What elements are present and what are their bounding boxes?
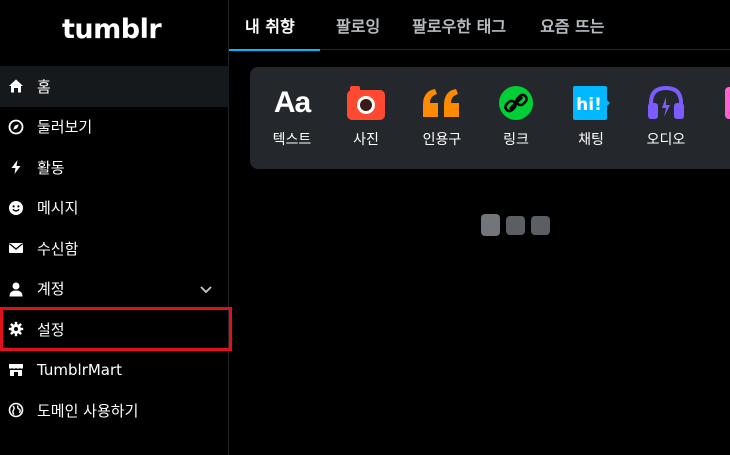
compass-icon [8, 119, 24, 135]
sidebar-nav: 홈 둘러보기 활동 메시지 수신함 계정 설정 TumblrMart 도메인 사… [0, 66, 229, 431]
post-type-audio[interactable]: 오디오 [631, 83, 701, 149]
sidebar-item-label: 메시지 [37, 199, 79, 218]
store-icon [8, 362, 24, 378]
sidebar-item-domains[interactable]: 도메인 사용하기 [0, 390, 229, 431]
sidebar-item-messages[interactable]: 메시지 [0, 188, 229, 229]
loading-dot [506, 216, 525, 235]
chevron-down-icon[interactable] [199, 282, 213, 296]
camera-icon [331, 83, 401, 123]
post-type-label: 오디오 [646, 132, 686, 148]
smiley-icon [8, 200, 24, 216]
chat-icon: hi! [556, 83, 626, 123]
sidebar: tumblr 홈 둘러보기 활동 메시지 수신함 계정 설정 TumblrMar… [0, 0, 232, 455]
post-type-label: 동 [706, 129, 730, 149]
tab-followed-tags[interactable]: 팔로우한 태그 [412, 0, 506, 50]
sidebar-item-label: TumblrMart [37, 360, 123, 379]
post-type-link[interactable]: 링크 [481, 83, 551, 149]
sidebar-item-label: 활동 [37, 158, 65, 177]
lightning-icon [8, 159, 24, 175]
sidebar-item-label: 도메인 사용하기 [37, 401, 139, 420]
sidebar-item-label: 설정 [37, 320, 65, 339]
loading-indicator [481, 214, 561, 238]
sidebar-item-tumblrmart[interactable]: TumblrMart [0, 350, 229, 391]
loading-dot [481, 214, 500, 236]
sidebar-item-activity[interactable]: 활동 [0, 147, 229, 188]
sidebar-item-inbox[interactable]: 수신함 [0, 228, 229, 269]
sidebar-item-label: 홈 [37, 77, 51, 96]
post-type-photo[interactable]: 사진 [331, 83, 401, 149]
tumblr-logo[interactable]: tumblr [62, 14, 162, 45]
link-icon [481, 83, 551, 123]
chat-icon-glyph: hi! [576, 95, 602, 115]
tab-for-you[interactable]: 내 취향 [229, 0, 320, 51]
video-icon [706, 83, 730, 123]
quote-icon [407, 83, 477, 123]
gear-icon [8, 321, 24, 337]
post-type-label: 사진 [353, 132, 379, 148]
post-type-label: 링크 [503, 132, 529, 148]
tumblr-dashboard: tumblr 홈 둘러보기 활동 메시지 수신함 계정 설정 TumblrMar… [0, 0, 730, 455]
sidebar-item-label: 수신함 [37, 239, 79, 258]
tab-following[interactable]: 팔로잉 [336, 0, 380, 50]
loading-dot [531, 216, 550, 235]
sidebar-item-label: 둘러보기 [37, 118, 93, 137]
post-type-video[interactable]: 동 [706, 83, 730, 149]
post-type-label: 텍스트 [272, 132, 312, 148]
envelope-icon [8, 240, 24, 256]
home-icon [8, 78, 24, 94]
post-composer: Aa 텍스트 사진 인용구 링크 hi! 채팅 오디오 [250, 67, 730, 169]
person-icon [8, 281, 24, 297]
headphones-icon [631, 83, 701, 123]
sidebar-item-settings[interactable]: 설정 [0, 309, 229, 350]
sidebar-item-label: 계정 [37, 280, 65, 299]
post-type-text[interactable]: Aa 텍스트 [257, 83, 327, 149]
tab-trending[interactable]: 요즘 뜨는 [540, 0, 604, 50]
sidebar-item-explore[interactable]: 둘러보기 [0, 107, 229, 148]
post-type-chat[interactable]: hi! 채팅 [556, 83, 626, 149]
globe-icon [8, 402, 24, 418]
text-aa-icon: Aa [273, 86, 311, 119]
sidebar-item-account[interactable]: 계정 [0, 269, 229, 310]
post-type-label: 인용구 [422, 132, 462, 148]
post-type-label: 채팅 [578, 132, 604, 148]
post-type-quote[interactable]: 인용구 [407, 83, 477, 149]
sidebar-item-home[interactable]: 홈 [0, 66, 229, 107]
feed-tabs: 내 취향 팔로잉 팔로우한 태그 요즘 뜨는 [229, 0, 730, 51]
